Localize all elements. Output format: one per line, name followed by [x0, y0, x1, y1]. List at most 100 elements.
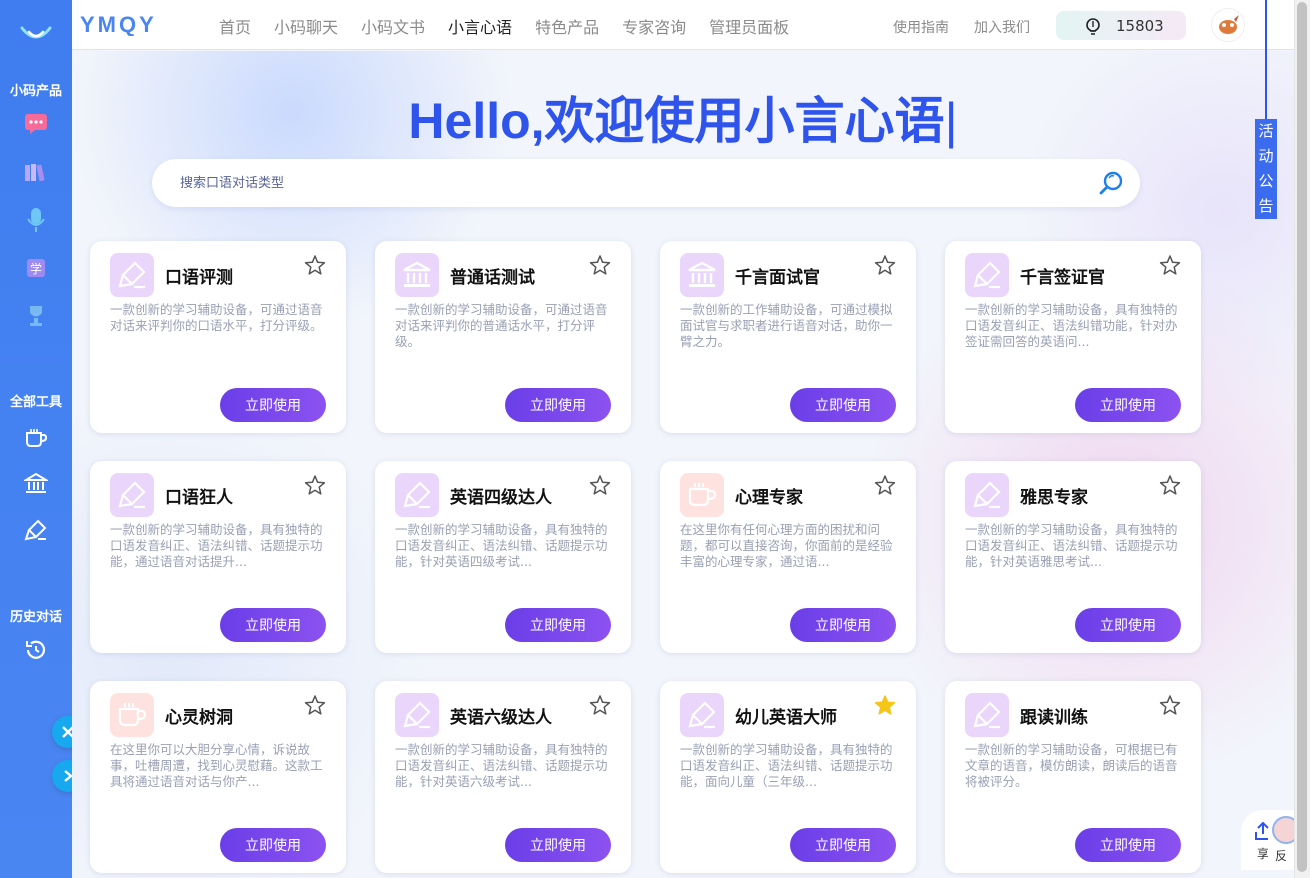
star-icon[interactable] [874, 474, 896, 496]
nav-featured[interactable]: 特色产品 [535, 14, 599, 38]
star-icon[interactable] [874, 254, 896, 276]
use-now-button[interactable]: 立即使用 [505, 608, 611, 642]
star-icon[interactable] [304, 474, 326, 496]
star-icon[interactable] [1159, 474, 1181, 496]
feedback-button[interactable]: 反 [1268, 810, 1294, 870]
card-title: 心理专家 [735, 488, 803, 508]
card-title: 跟读训练 [1020, 708, 1088, 728]
tool-card[interactable]: 口语狂人 一款创新的学习辅助设备，具有独特的口语发音纠正、语法纠错、话题提示功能，… [90, 461, 346, 653]
tool-card[interactable]: 普通话测试 一款创新的学习辅助设备，可通过语音对话来评判你的普通话水平，打分评级。… [375, 241, 631, 433]
use-now-button[interactable]: 立即使用 [790, 608, 896, 642]
nav-docs[interactable]: 小码文书 [361, 14, 425, 38]
microphone-icon[interactable] [22, 206, 50, 234]
tool-card[interactable]: 跟读训练一款创新的学习辅助设备，可根据已有文章的语音，模仿朗读，朗读后的语音将被… [945, 681, 1201, 873]
page-title: Hello,欢迎使用小言心语| [72, 81, 1294, 153]
brush-icon [395, 473, 439, 517]
tool-card[interactable]: 心理专家在这里你有任何心理方面的困扰和问题，都可以直接咨询，你面前的是经验丰富的… [660, 461, 916, 653]
avatar[interactable] [1211, 8, 1245, 42]
card-description: 在这里你有任何心理方面的困扰和问题，都可以直接咨询，你面前的是经验丰富的心理专家… [680, 522, 893, 569]
tool-card[interactable]: 幼儿英语大师一款创新的学习辅助设备，具有独特的口语发音纠正、语法纠错、话题提示功… [660, 681, 916, 873]
use-now-button[interactable]: 立即使用 [1075, 608, 1181, 642]
card-description: 一款创新的学习辅助设备，可通过语音对话来评判你的普通话水平，打分评级。 [395, 302, 608, 349]
search-icon[interactable] [1098, 170, 1124, 196]
tool-card[interactable]: 心灵树洞 在这里你可以大胆分享心情，诉说故事，吐槽周遭，找到心灵慰藉。这款工具将通… [90, 681, 346, 873]
lightbulb-icon [1086, 18, 1100, 35]
announcement-label: 活动公告 [1258, 122, 1274, 215]
nav-voice[interactable]: 小言心语 [448, 14, 512, 38]
search-box [152, 159, 1140, 207]
coffee-cup-icon [680, 473, 724, 517]
chat-icon[interactable] [22, 110, 50, 138]
use-now-button[interactable]: 立即使用 [790, 388, 896, 422]
sidebar-section-history: 历史对话 [9, 610, 62, 625]
sidebar-section-products: 小码产品 [9, 84, 62, 99]
nav-chat[interactable]: 小码聊天 [274, 14, 338, 38]
nav-admin[interactable]: 管理员面板 [709, 14, 789, 38]
use-now-button[interactable]: 立即使用 [220, 608, 326, 642]
nav-home[interactable]: 首页 [219, 14, 251, 38]
card-description: 一款创新的学习辅助设备，具有独特的口语发音纠正、语法纠错、话题提示功能，针对英语… [395, 522, 608, 569]
tool-card[interactable]: 千言面试官 一款创新的工作辅助设备，可通过模拟面试官与求职者进行语音对话，助你一臂… [660, 241, 916, 433]
search-input[interactable] [180, 159, 1060, 207]
star-icon[interactable] [1159, 694, 1181, 716]
card-title: 英语六级达人 [450, 708, 552, 728]
announcement-tab[interactable]: 活动公告 [1255, 119, 1277, 219]
join-link[interactable]: 加入我们 [974, 17, 1030, 37]
books-icon[interactable] [22, 158, 50, 186]
card-title: 千言签证官 [1020, 268, 1105, 288]
card-description: 一款创新的学习辅助设备，具有独特的口语发音纠正、语法纠错、话题提示功能，面向儿童… [680, 742, 893, 789]
use-now-button[interactable]: 立即使用 [1075, 828, 1181, 862]
brush-icon [680, 693, 724, 737]
use-now-button[interactable]: 立即使用 [790, 828, 896, 862]
nav-experts[interactable]: 专家咨询 [622, 14, 686, 38]
points-badge[interactable]: 15803 [1056, 11, 1186, 40]
svg-text:学: 学 [30, 261, 42, 276]
tool-card[interactable]: 雅思专家 一款创新的学习辅助设备，具有独特的口语发音纠正、语法纠错、话题提示功能，… [945, 461, 1201, 653]
brand-logo[interactable]: YMQY [80, 14, 196, 36]
brush-icon[interactable] [22, 516, 50, 544]
history-icon[interactable] [22, 636, 50, 664]
star-icon[interactable] [589, 694, 611, 716]
main-nav: 首页 小码聊天 小码文书 小言心语 特色产品 专家咨询 管理员面板 [219, 14, 812, 38]
card-description: 一款创新的学习辅助设备，可通过语音对话来评判你的口语水平，打分评级。 [110, 302, 323, 333]
bank-icon [395, 253, 439, 297]
tool-card[interactable]: 英语四级达人 一款创新的学习辅助设备，具有独特的口语发音纠正、语法纠错、话题提示功… [375, 461, 631, 653]
sidebar-section-tools: 全部工具 [9, 395, 62, 410]
page-title-text: Hello,欢迎使用小言心语 [408, 93, 945, 149]
use-now-button[interactable]: 立即使用 [220, 388, 326, 422]
trophy-icon[interactable] [22, 302, 50, 330]
tool-card[interactable]: 千言签证官一款创新的学习辅助设备，具有独特的口语发音纠正、语法纠错功能，针对办签… [945, 241, 1201, 433]
card-description: 一款创新的学习辅助设备，具有独特的口语发音纠正、语法纠错功能，针对办签证需回答的… [965, 302, 1178, 349]
star-icon[interactable] [589, 474, 611, 496]
card-title: 幼儿英语大师 [735, 708, 837, 728]
star-icon[interactable] [304, 694, 326, 716]
card-title: 雅思专家 [1020, 488, 1088, 508]
use-now-button[interactable]: 立即使用 [505, 828, 611, 862]
use-now-button[interactable]: 立即使用 [1075, 388, 1181, 422]
use-now-button[interactable]: 立即使用 [505, 388, 611, 422]
star-icon[interactable] [874, 694, 896, 716]
study-icon[interactable]: 学 [22, 254, 50, 282]
brush-icon [965, 693, 1009, 737]
card-title: 口语狂人 [165, 488, 233, 508]
top-header: YMQY 首页 小码聊天 小码文书 小言心语 特色产品 专家咨询 管理员面板 使… [72, 0, 1294, 50]
notice-line [1265, 0, 1267, 120]
use-now-button[interactable]: 立即使用 [220, 828, 326, 862]
card-description: 一款创新的学习辅助设备，具有独特的口语发音纠正、语法纠错、话题提示功能，针对英语… [395, 742, 608, 789]
brush-icon [965, 473, 1009, 517]
star-icon[interactable] [304, 254, 326, 276]
feedback-label: 反 [1274, 849, 1287, 863]
guide-link[interactable]: 使用指南 [893, 17, 949, 37]
card-title: 口语评测 [165, 268, 233, 288]
scrollbar-thumb[interactable] [1297, 2, 1307, 872]
tool-card[interactable]: 口语评测一款创新的学习辅助设备，可通过语音对话来评判你的口语水平，打分评级。立即… [90, 241, 346, 433]
card-description: 一款创新的学习辅助设备，可根据已有文章的语音，模仿朗读，朗读后的语音将被评分。 [965, 742, 1178, 789]
coffee-cup-icon[interactable] [22, 424, 50, 452]
star-icon[interactable] [1159, 254, 1181, 276]
tool-card[interactable]: 英语六级达人一款创新的学习辅助设备，具有独特的口语发音纠正、语法纠错、话题提示功… [375, 681, 631, 873]
main-content: Hello,欢迎使用小言心语| 口语评测一款创新的学习辅助设备，可通过语音对话来… [72, 51, 1294, 878]
star-icon[interactable] [589, 254, 611, 276]
bank-icon[interactable] [22, 470, 50, 498]
card-title: 心灵树洞 [165, 708, 233, 728]
logo-icon[interactable] [20, 22, 52, 48]
